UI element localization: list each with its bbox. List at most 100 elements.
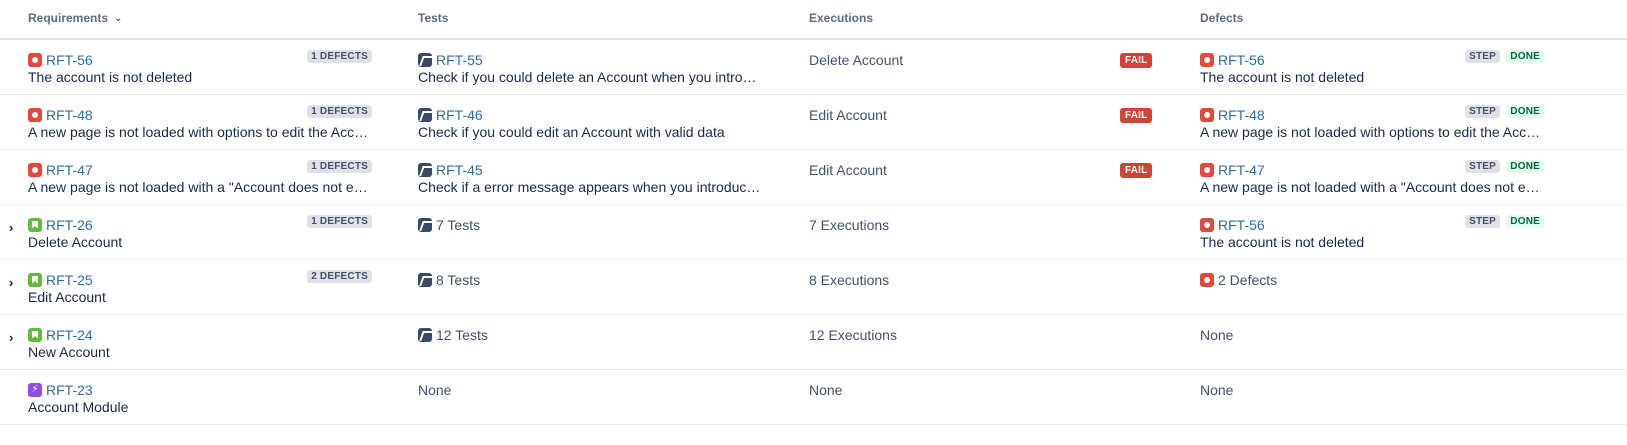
test-key-link[interactable]: RFT-45	[436, 162, 483, 178]
done-status-badge: DONE	[1506, 50, 1544, 63]
defects-count-badge: 1 DEFECTS	[307, 160, 372, 173]
defect-key-link[interactable]: RFT-48	[1218, 107, 1265, 123]
done-status-badge: DONE	[1506, 160, 1544, 173]
bug-icon	[1200, 272, 1214, 287]
requirement-key-link[interactable]: RFT-25	[46, 272, 93, 288]
fail-status-badge: FAIL	[1120, 163, 1153, 178]
requirement-summary: Delete Account	[28, 234, 123, 250]
table-row: RFT-48 A new page is not loaded with opt…	[0, 95, 1627, 150]
test-icon	[418, 327, 432, 342]
requirement-summary: The account is not deleted	[28, 69, 193, 85]
test-cell: RFT-55 Check if you could delete an Acco…	[418, 50, 768, 85]
execution-cell: Edit Account FAIL	[809, 160, 1159, 179]
test-icon	[418, 162, 432, 177]
epic-icon: ⚡	[28, 382, 42, 397]
requirement-cell: RFT-47 A new page is not loaded with a "…	[28, 160, 372, 195]
bug-icon	[1200, 107, 1214, 122]
defect-cell: RFT-56 The account is not deleted STEP D…	[1200, 50, 1544, 85]
requirement-summary: A new page is not loaded with a "Account…	[28, 179, 372, 195]
expand-row-chevron-icon[interactable]: ›	[9, 275, 13, 290]
requirement-cell: RFT-24 New Account	[28, 325, 372, 360]
test-key-link[interactable]: RFT-46	[436, 107, 483, 123]
bug-icon	[1200, 217, 1214, 232]
tests-count: 12 Tests	[436, 326, 488, 343]
bug-icon	[28, 162, 42, 177]
fail-status-badge: FAIL	[1120, 108, 1153, 123]
step-badge: STEP	[1465, 160, 1500, 173]
table-row: RFT-47 A new page is not loaded with a "…	[0, 150, 1627, 205]
requirement-cell: RFT-25 Edit Account 2 DEFECTS	[28, 270, 372, 305]
test-summary: Check if a error message appears when yo…	[418, 179, 763, 195]
expand-row-chevron-icon[interactable]: ›	[9, 330, 13, 345]
defect-summary: The account is not deleted	[1200, 234, 1365, 250]
defects-count-badge: 1 DEFECTS	[307, 215, 372, 228]
executions-count: 8 Executions	[809, 271, 890, 288]
defect-summary: The account is not deleted	[1200, 69, 1365, 85]
story-icon	[28, 327, 42, 342]
executions-count: 7 Executions	[809, 216, 890, 233]
requirement-cell: ⚡ RFT-23 Account Module	[28, 380, 372, 415]
execution-cell: Edit Account FAIL	[809, 105, 1159, 124]
defects-count: 2 Defects	[1218, 271, 1278, 288]
test-cell: 8 Tests	[418, 270, 768, 289]
table-row: RFT-56 The account is not deleted 1 DEFE…	[0, 40, 1627, 95]
test-cell: 12 Tests	[418, 325, 768, 344]
defect-cell: RFT-47 A new page is not loaded with a "…	[1200, 160, 1544, 195]
test-icon	[418, 107, 432, 122]
defect-summary: A new page is not loaded with options to…	[1200, 124, 1544, 140]
requirement-key-link[interactable]: RFT-26	[46, 217, 93, 233]
bug-icon	[1200, 162, 1214, 177]
requirements-header-label: Requirements	[28, 11, 109, 25]
test-cell: RFT-45 Check if a error message appears …	[418, 160, 768, 195]
column-header-requirements[interactable]: Requirements ⌄	[28, 11, 122, 25]
test-summary: Check if you could edit an Account with …	[418, 124, 725, 140]
test-cell: 7 Tests	[418, 215, 768, 234]
table-row: › RFT-25 Edit Account 2 DEFECTS 8 Tests …	[0, 260, 1627, 315]
requirement-key-link[interactable]: RFT-47	[46, 162, 93, 178]
bug-icon	[1200, 52, 1214, 67]
requirement-summary: Account Module	[28, 399, 129, 415]
execution-cell: None	[809, 380, 1159, 399]
requirement-cell: RFT-26 Delete Account 1 DEFECTS	[28, 215, 372, 250]
table-row: ⚡ RFT-23 Account Module None None None	[0, 370, 1627, 425]
defect-cell: RFT-56 The account is not deleted STEP D…	[1200, 215, 1544, 250]
test-cell: None	[418, 380, 768, 399]
defect-key-link[interactable]: RFT-47	[1218, 162, 1265, 178]
test-key-link[interactable]: RFT-55	[436, 52, 483, 68]
defect-cell: RFT-48 A new page is not loaded with opt…	[1200, 105, 1544, 140]
column-header-defects: Defects	[1200, 11, 1244, 25]
execution-name: Delete Account	[809, 51, 904, 68]
execution-cell: 12 Executions	[809, 325, 1159, 344]
tests-count: 8 Tests	[436, 271, 481, 288]
execution-cell: 8 Executions	[809, 270, 1159, 289]
tests-count: 7 Tests	[436, 216, 481, 233]
defect-key-link[interactable]: RFT-56	[1218, 52, 1265, 68]
defects-none: None	[1200, 326, 1234, 343]
requirement-cell: RFT-48 A new page is not loaded with opt…	[28, 105, 372, 140]
story-icon	[28, 217, 42, 232]
expand-row-chevron-icon[interactable]: ›	[9, 220, 13, 235]
requirement-summary: A new page is not loaded with options to…	[28, 124, 372, 140]
requirement-cell: RFT-56 The account is not deleted 1 DEFE…	[28, 50, 372, 85]
test-cell: RFT-46 Check if you could edit an Accoun…	[418, 105, 768, 140]
defects-count-badge: 1 DEFECTS	[307, 105, 372, 118]
test-icon	[418, 52, 432, 67]
defect-key-link[interactable]: RFT-56	[1218, 217, 1265, 233]
requirement-key-link[interactable]: RFT-24	[46, 327, 93, 343]
test-icon	[418, 217, 432, 232]
done-status-badge: DONE	[1506, 105, 1544, 118]
requirement-key-link[interactable]: RFT-23	[46, 382, 93, 398]
chevron-down-icon[interactable]: ⌄	[114, 13, 122, 24]
table-header: Requirements ⌄ Tests Executions Defects	[0, 0, 1627, 40]
test-icon	[418, 272, 432, 287]
defect-cell: None	[1200, 325, 1544, 344]
fail-status-badge: FAIL	[1120, 53, 1153, 68]
done-status-badge: DONE	[1506, 215, 1544, 228]
requirement-key-link[interactable]: RFT-48	[46, 107, 93, 123]
defects-count-badge: 2 DEFECTS	[307, 270, 372, 283]
table-row: › RFT-26 Delete Account 1 DEFECTS 7 Test…	[0, 205, 1627, 260]
story-icon	[28, 272, 42, 287]
execution-name: Edit Account	[809, 161, 887, 178]
requirement-key-link[interactable]: RFT-56	[46, 52, 93, 68]
execution-cell: Delete Account FAIL	[809, 50, 1159, 69]
